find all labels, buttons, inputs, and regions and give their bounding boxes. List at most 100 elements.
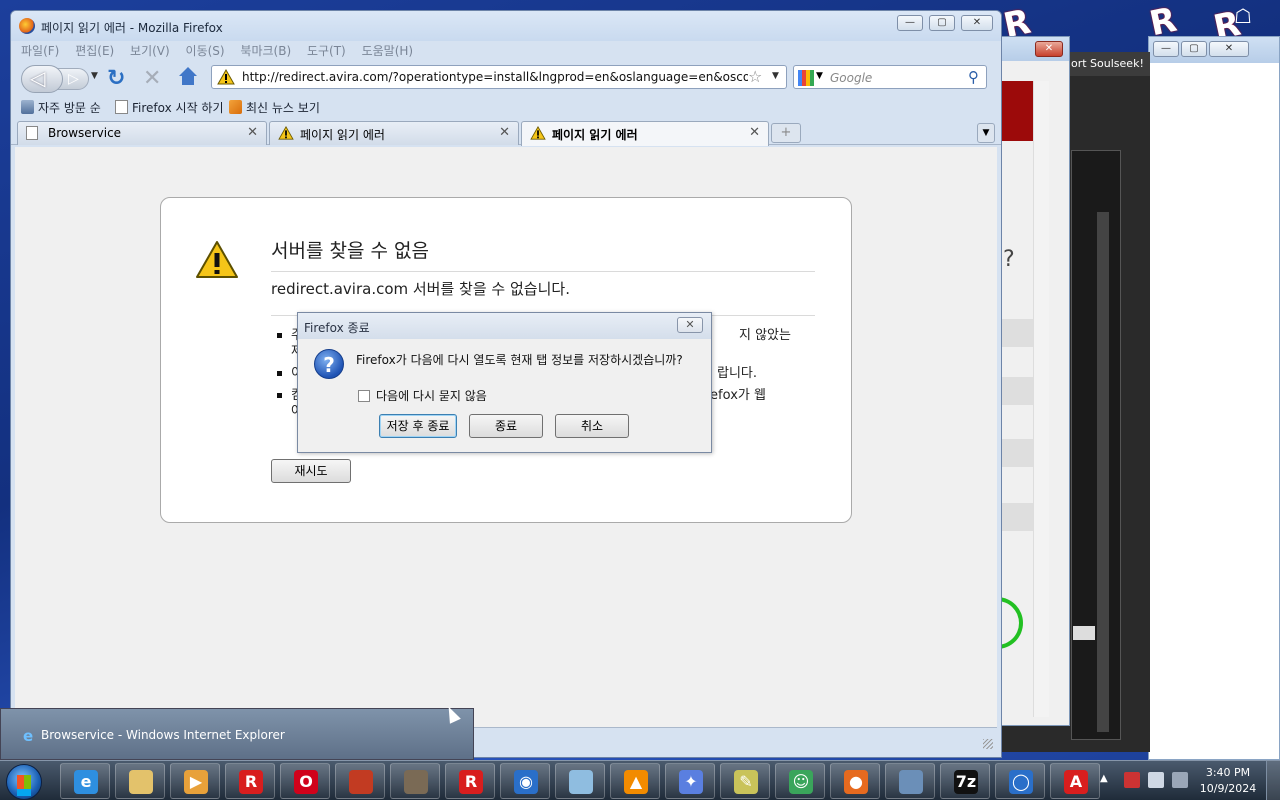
show-hidden-icons-button[interactable]: ▲	[1100, 773, 1108, 784]
taskbar-button-bird-app[interactable]: ✦	[665, 763, 715, 799]
show-desktop-button[interactable]	[1266, 761, 1280, 800]
tab-error-1[interactable]: 페이지 읽기 에러 ✕	[269, 121, 519, 145]
7zip-icon: 7z	[954, 770, 978, 794]
menu-tools[interactable]: 도구(T)	[307, 42, 346, 59]
taskbar-button-opera[interactable]: O	[280, 763, 330, 799]
dialog-title: Firefox 종료	[304, 321, 370, 335]
bookmark-star-icon[interactable]: ☆	[748, 67, 762, 86]
background-window-titlebar[interactable]: — ▢ ✕	[1149, 37, 1279, 63]
bookmark-label: 최신 뉴스 보기	[246, 101, 320, 115]
taskbar-button-toolbox[interactable]	[335, 763, 385, 799]
taskbar-button-7zip[interactable]: 7z	[940, 763, 990, 799]
background-window-right[interactable]: — ▢ ✕	[1148, 36, 1280, 760]
taskbar-button-network-setup[interactable]	[885, 763, 935, 799]
network-icon[interactable]	[1148, 772, 1164, 788]
browser-user-icon: ◉	[514, 770, 538, 794]
bookmark-most-visited[interactable]: 자주 방문 순	[21, 99, 101, 116]
scrollbar[interactable]	[1097, 212, 1109, 732]
bookmark-label: Firefox 시작 하기	[132, 101, 224, 115]
taskbar-button-avira[interactable]: A	[1050, 763, 1100, 799]
dont-ask-checkbox[interactable]: 다음에 다시 묻지 않음	[358, 387, 487, 404]
scrollbar[interactable]	[1033, 81, 1049, 717]
maximize-button[interactable]: ▢	[1181, 41, 1207, 57]
google-icon[interactable]	[798, 70, 814, 86]
avira-icon: A	[1064, 770, 1088, 794]
menu-help[interactable]: 도움말(H)	[362, 42, 414, 59]
background-window-titlebar[interactable]: ✕	[1001, 37, 1069, 61]
start-button[interactable]	[6, 764, 42, 800]
new-tab-button[interactable]: +	[771, 123, 801, 143]
window-titlebar[interactable]: 페이지 읽기 에러 - Mozilla Firefox — ▢ ✕	[11, 11, 1001, 41]
search-input[interactable]: Google	[830, 71, 872, 85]
search-bar[interactable]: ▼ Google ⚲	[793, 65, 987, 89]
taskbar-button-firefox[interactable]: ●	[830, 763, 880, 799]
dialog-close-button[interactable]: ✕	[677, 317, 703, 333]
taskbar-button-pen-tool[interactable]: ✎	[720, 763, 770, 799]
taskbar-thumbnail-preview[interactable]: e Browservice - Windows Internet Explore…	[0, 708, 474, 760]
minimize-button[interactable]: —	[897, 15, 923, 31]
clock[interactable]: 3:40 PM 10/9/2024	[1196, 765, 1260, 797]
quit-button[interactable]: 종료	[469, 414, 543, 438]
taskbar: e ▶ R O R ◉ ▲ ✦ ✎ ☺ ● 7z ◯ A ▲ 3:40 PM 10/9/2024	[0, 760, 1280, 800]
close-button[interactable]: ✕	[1035, 41, 1063, 57]
action-center-flag-icon[interactable]	[1124, 772, 1140, 788]
taskbar-button-roblox[interactable]: R	[225, 763, 275, 799]
tab-error-2[interactable]: 페이지 읽기 에러 ✕	[521, 121, 769, 146]
stop-icon[interactable]: ✕	[143, 66, 161, 91]
background-window-middle[interactable]: ✕ ?	[971, 36, 1070, 726]
tab-close-icon[interactable]: ✕	[247, 125, 258, 140]
close-button[interactable]: ✕	[961, 15, 993, 31]
question-icon: ?	[314, 349, 344, 379]
taskbar-button-vlc[interactable]: ▲	[610, 763, 660, 799]
menu-bookmarks[interactable]: 북마크(B)	[240, 42, 291, 59]
dialog-titlebar[interactable]: Firefox 종료 ✕	[298, 313, 711, 339]
volume-muted-icon[interactable]	[1172, 772, 1188, 788]
maximize-button[interactable]: ▢	[929, 15, 955, 31]
taskbar-button-messenger[interactable]: ☺	[775, 763, 825, 799]
tab-close-icon[interactable]: ✕	[749, 125, 760, 140]
retry-button[interactable]: 재시도	[271, 459, 351, 483]
menu-go[interactable]: 이동(S)	[186, 42, 225, 59]
vlc-icon: ▲	[624, 770, 648, 794]
history-dropdown-icon[interactable]: ▼	[91, 71, 98, 81]
navigation-toolbar: ▷ ◁ ▼ ↻ ✕ http://redirect.avira.com/?ope…	[11, 61, 1001, 95]
taskbar-button-media-player[interactable]: ▶	[170, 763, 220, 799]
tab-close-icon[interactable]: ✕	[499, 125, 510, 140]
back-button[interactable]: ◁	[21, 65, 63, 93]
taskbar-button-gimp[interactable]	[390, 763, 440, 799]
menu-edit[interactable]: 편집(E)	[75, 42, 114, 59]
list-all-tabs-button[interactable]: ▼	[977, 123, 995, 143]
checkbox-box[interactable]	[358, 390, 370, 402]
close-button[interactable]: ✕	[1209, 41, 1249, 57]
taskbar-button-ring-app[interactable]: ◯	[995, 763, 1045, 799]
tab-label: 페이지 읽기 에러	[300, 128, 385, 142]
resize-grip[interactable]	[983, 739, 993, 749]
search-engine-dropdown-icon[interactable]: ▼	[816, 71, 823, 81]
internet-explorer-icon: e	[23, 727, 34, 745]
minimize-button[interactable]: —	[1153, 41, 1179, 57]
save-and-quit-button[interactable]: 저장 후 종료	[379, 414, 457, 438]
tab-strip: Browservice ✕ 페이지 읽기 에러 ✕ 페이지 읽기 에러 ✕ + …	[11, 119, 1001, 146]
taskbar-button-notepad[interactable]	[555, 763, 605, 799]
bookmark-getting-started[interactable]: Firefox 시작 하기	[115, 99, 224, 116]
url-dropdown-icon[interactable]: ▼	[772, 71, 779, 81]
bookmark-latest-headlines[interactable]: 최신 뉴스 보기	[229, 99, 320, 116]
media-player-icon: ▶	[184, 770, 208, 794]
url-text[interactable]: http://redirect.avira.com/?operationtype…	[242, 70, 748, 84]
menu-view[interactable]: 보기(V)	[130, 42, 170, 59]
search-icon[interactable]: ⚲	[968, 68, 979, 86]
scrollbar-thumb[interactable]	[1073, 626, 1095, 640]
taskbar-button-file-explorer[interactable]	[115, 763, 165, 799]
network-setup-icon	[899, 770, 923, 794]
tab-browservice[interactable]: Browservice ✕	[17, 121, 267, 145]
taskbar-button-browser-user[interactable]: ◉	[500, 763, 550, 799]
reload-icon[interactable]: ↻	[107, 66, 125, 91]
cancel-button[interactable]: 취소	[555, 414, 629, 438]
url-bar[interactable]: http://redirect.avira.com/?operationtype…	[211, 65, 787, 89]
error-description: redirect.avira.com 서버를 찾을 수 없습니다.	[271, 278, 815, 316]
menu-file[interactable]: 파일(F)	[21, 42, 59, 59]
taskbar-button-roblox-studio[interactable]: R	[445, 763, 495, 799]
taskbar-button-internet-explorer[interactable]: e	[60, 763, 110, 799]
home-icon[interactable]	[177, 66, 199, 88]
bird-app-icon: ✦	[679, 770, 703, 794]
